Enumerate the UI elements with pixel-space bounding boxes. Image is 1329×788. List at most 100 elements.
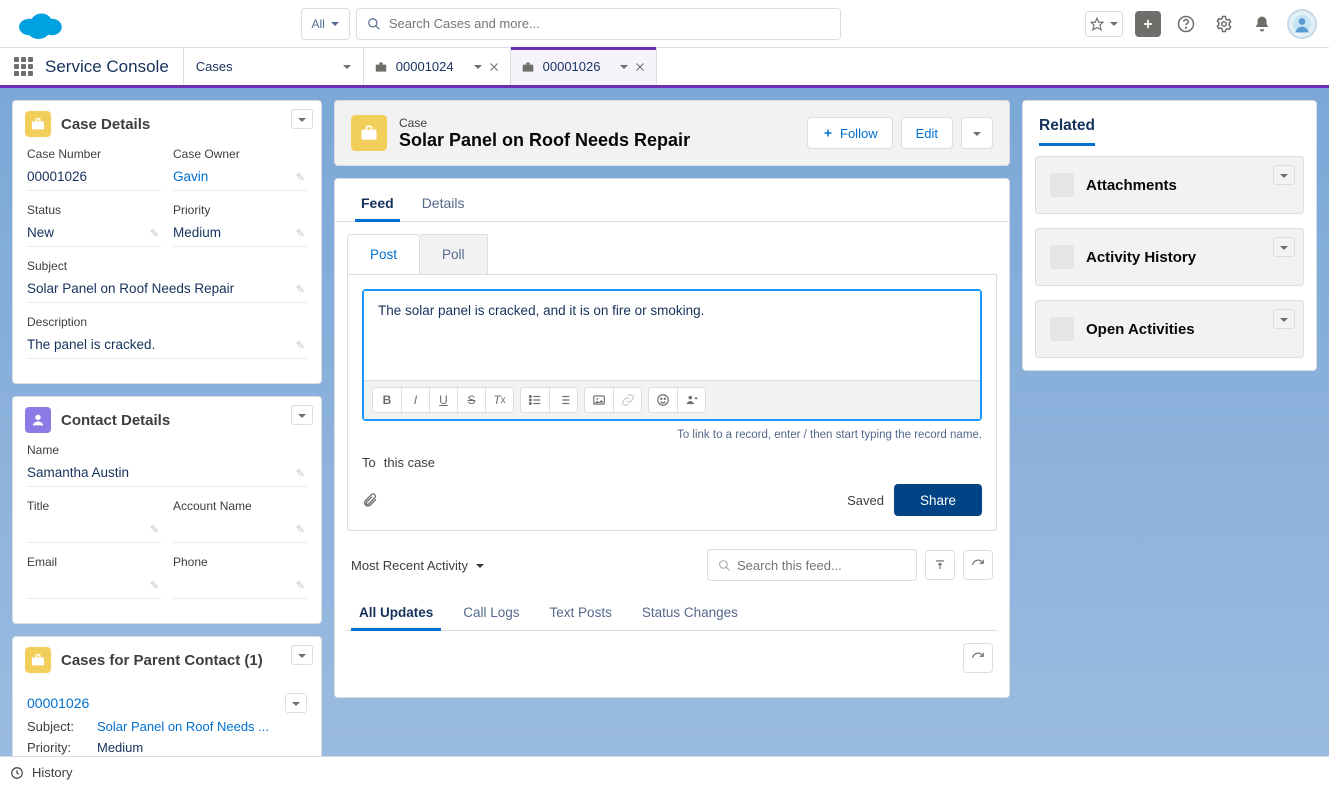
related-case-link[interactable]: 00001026 (27, 695, 89, 711)
feed-tab-status[interactable]: Status Changes (634, 595, 746, 630)
edit-pencil-icon[interactable]: ✎ (296, 467, 305, 480)
publisher-tab-post[interactable]: Post (347, 234, 420, 274)
italic-button[interactable]: I (401, 388, 429, 412)
edit-pencil-icon[interactable]: ✎ (296, 579, 305, 592)
phone-value[interactable]: ✎ (173, 573, 307, 599)
edit-pencil-icon[interactable]: ✎ (296, 171, 305, 184)
card-menu-button[interactable] (291, 109, 313, 129)
chevron-down-icon[interactable] (474, 59, 482, 74)
feed-tab-text[interactable]: Text Posts (542, 595, 620, 630)
emoji-button[interactable] (649, 388, 677, 412)
edit-button[interactable]: Edit (901, 117, 953, 149)
app-name: Service Console (45, 57, 169, 77)
user-avatar[interactable] (1287, 9, 1317, 39)
search-icon (718, 559, 731, 572)
search-input[interactable] (381, 16, 830, 31)
related-card-title: Attachments (1086, 177, 1177, 194)
card-menu-button[interactable] (291, 645, 313, 665)
card-menu-button[interactable] (291, 405, 313, 425)
related-card-attachments[interactable]: Attachments (1035, 156, 1304, 214)
edit-pencil-icon[interactable]: ✎ (296, 523, 305, 536)
contact-name-value[interactable]: Samantha Austin✎ (27, 461, 307, 487)
help-button[interactable] (1173, 11, 1199, 37)
related-title[interactable]: Related (1039, 117, 1095, 146)
feed-tab-all[interactable]: All Updates (351, 595, 441, 630)
setup-gear-button[interactable] (1211, 11, 1237, 37)
account-value[interactable]: ✎ (173, 517, 307, 543)
related-card-activity-history[interactable]: Activity History (1035, 228, 1304, 286)
clear-format-button[interactable]: Tx (485, 388, 513, 412)
edit-pencil-icon[interactable]: ✎ (296, 227, 305, 240)
nav-bar: Service Console Cases 00001024 00001026 (0, 48, 1329, 88)
feed-sort-dropdown[interactable]: Most Recent Activity (351, 558, 484, 573)
bold-button[interactable]: B (373, 388, 401, 412)
card-menu-button[interactable] (1273, 309, 1295, 329)
edit-pencil-icon[interactable]: ✎ (150, 227, 159, 240)
related-card-open-activities[interactable]: Open Activities (1035, 300, 1304, 358)
title-value[interactable]: ✎ (27, 517, 161, 543)
utility-history-button[interactable]: History (32, 765, 72, 780)
card-menu-button[interactable] (1273, 237, 1295, 257)
mention-button[interactable] (677, 388, 705, 412)
link-button[interactable] (613, 388, 641, 412)
edit-pencil-icon[interactable]: ✎ (296, 339, 305, 352)
underline-button[interactable]: U (429, 388, 457, 412)
card-menu-button[interactable] (1273, 165, 1295, 185)
subject-value[interactable]: Solar Panel on Roof Needs Repair✎ (27, 277, 307, 303)
clock-icon (10, 766, 24, 780)
case-icon (351, 115, 387, 151)
strike-button[interactable]: S (457, 388, 485, 412)
edit-pencil-icon[interactable]: ✎ (296, 283, 305, 296)
feed-search-input[interactable] (731, 558, 913, 573)
workspace-tab-00001026[interactable]: 00001026 (511, 48, 658, 85)
button-label: Edit (916, 126, 938, 141)
close-icon[interactable] (488, 61, 500, 73)
post-textarea[interactable] (364, 291, 980, 377)
notifications-button[interactable] (1249, 11, 1275, 37)
publisher-tab-poll[interactable]: Poll (420, 234, 488, 274)
tab-details[interactable]: Details (408, 183, 479, 221)
chevron-down-icon[interactable] (620, 59, 628, 74)
feed-search[interactable] (707, 549, 917, 581)
field-label: Account Name (173, 499, 307, 513)
activity-history-icon (1050, 245, 1074, 269)
priority-value[interactable]: Medium✎ (173, 221, 307, 247)
chevron-down-icon (476, 558, 484, 573)
star-icon (1090, 17, 1104, 31)
share-button[interactable]: Share (894, 484, 982, 516)
image-button[interactable] (585, 388, 613, 412)
actions-menu-button[interactable] (961, 117, 993, 149)
email-value[interactable]: ✎ (27, 573, 161, 599)
row-menu-button[interactable] (285, 693, 307, 713)
workspace-tab-00001024[interactable]: 00001024 (364, 48, 511, 85)
object-nav-cases[interactable]: Cases (184, 48, 364, 85)
tab-feed[interactable]: Feed (347, 183, 408, 221)
favorites-button[interactable] (1085, 11, 1123, 37)
close-icon[interactable] (634, 61, 646, 73)
card-title: Contact Details (61, 412, 170, 429)
field-label: Subject (27, 259, 307, 273)
follow-button[interactable]: Follow (807, 117, 893, 149)
utility-bar: History (0, 756, 1329, 788)
app-launcher[interactable]: Service Console (0, 48, 184, 85)
feed-expand-button[interactable] (925, 550, 955, 580)
global-actions-button[interactable] (1135, 11, 1161, 37)
related-case-subject[interactable]: Solar Panel on Roof Needs ... (97, 719, 269, 734)
edit-pencil-icon[interactable]: ✎ (150, 579, 159, 592)
feed-refresh-button[interactable] (963, 550, 993, 580)
status-value[interactable]: New✎ (27, 221, 161, 247)
number-list-button[interactable] (549, 388, 577, 412)
edit-pencil-icon[interactable]: ✎ (150, 523, 159, 536)
case-owner-link[interactable]: Gavin✎ (173, 165, 307, 191)
to-value[interactable]: this case (384, 455, 435, 470)
feed-refresh-button[interactable] (963, 643, 993, 673)
field-label: Priority (173, 203, 307, 217)
description-value[interactable]: The panel is cracked.✎ (27, 333, 307, 359)
bullet-list-button[interactable] (521, 388, 549, 412)
search-scope-dropdown[interactable]: All (301, 8, 350, 40)
feed-tab-calls[interactable]: Call Logs (455, 595, 527, 630)
case-icon (374, 60, 388, 74)
search-box[interactable] (356, 8, 841, 40)
attach-file-button[interactable] (362, 492, 378, 508)
tab-label: 00001026 (543, 59, 601, 74)
